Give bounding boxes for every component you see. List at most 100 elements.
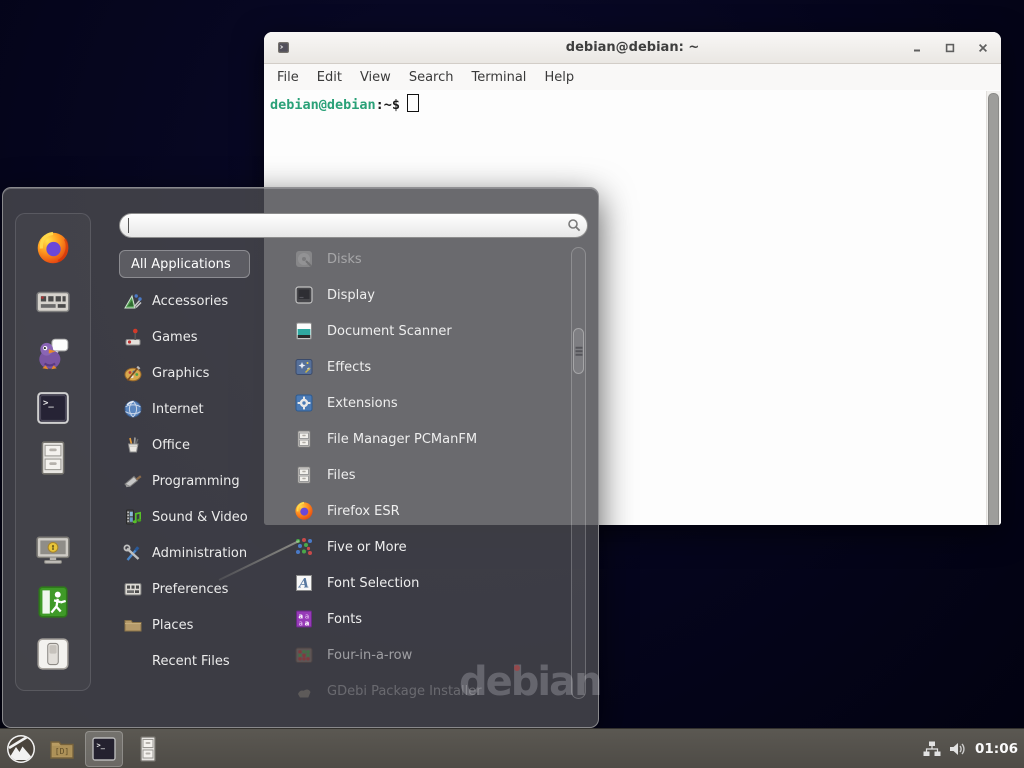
administration-icon — [123, 543, 143, 563]
app-five-or-more[interactable]: Five or More — [289, 529, 575, 565]
accessories-icon — [123, 291, 143, 311]
menu-help[interactable]: Help — [535, 70, 583, 85]
search-input[interactable] — [119, 213, 588, 238]
display-icon — [293, 284, 315, 306]
taskbar: [D] >_ 01:06 — [0, 728, 1024, 768]
prompt-suffix: :~$ — [376, 97, 400, 113]
search-caret — [128, 218, 129, 233]
terminal-menubar: File Edit View Search Terminal Help — [264, 64, 1001, 90]
svg-text:>_: >_ — [97, 742, 106, 750]
menu-scrollbar-thumb[interactable] — [573, 328, 584, 374]
app-file-manager-pcmanfm[interactable]: File Manager PCManFM — [289, 421, 575, 457]
five-or-more-icon — [293, 536, 315, 558]
favorites-panel: >_ — [15, 213, 91, 691]
category-places[interactable]: Places — [119, 607, 273, 643]
category-accessories[interactable]: Accessories — [119, 283, 273, 319]
places-icon — [123, 615, 143, 635]
menu-search[interactable]: Search — [400, 70, 463, 85]
volume-icon[interactable] — [949, 741, 967, 757]
programming-icon — [123, 471, 143, 491]
app-fonts[interactable]: aaaa Fonts — [289, 601, 575, 637]
app-firefox-esr[interactable]: Firefox ESR — [289, 493, 575, 529]
clock[interactable]: 01:06 — [975, 741, 1018, 757]
favorite-terminal[interactable]: >_ — [34, 389, 72, 427]
close-button[interactable] — [977, 42, 989, 54]
favorite-pidgin[interactable] — [34, 335, 72, 373]
application-menu: debian >_ — [2, 187, 599, 728]
app-document-scanner[interactable]: Document Scanner — [289, 313, 575, 349]
app-extensions[interactable]: Extensions — [289, 385, 575, 421]
sound-video-icon — [123, 507, 143, 527]
app-font-selection[interactable]: A Font Selection — [289, 565, 575, 601]
extensions-icon — [293, 392, 315, 414]
svg-text:a: a — [299, 620, 303, 628]
font-selection-icon: A — [293, 572, 315, 594]
network-icon[interactable] — [923, 741, 941, 757]
favorite-logout[interactable] — [34, 583, 72, 621]
menu-file[interactable]: File — [268, 70, 308, 85]
favorite-shutdown[interactable] — [34, 635, 72, 673]
maximize-button[interactable] — [944, 42, 956, 54]
window-title: debian@debian: ~ — [566, 40, 699, 55]
office-icon — [123, 435, 143, 455]
minimize-button[interactable] — [911, 42, 923, 54]
gdebi-icon — [293, 680, 315, 702]
search-icon — [567, 218, 581, 232]
category-preferences[interactable]: Preferences — [119, 571, 273, 607]
internet-icon — [123, 399, 143, 419]
menu-button[interactable] — [6, 734, 36, 764]
svg-text:[D]: [D] — [55, 747, 69, 756]
category-internet[interactable]: Internet — [119, 391, 273, 427]
category-recent-files[interactable]: Recent Files — [119, 643, 273, 679]
file-cabinet-icon — [293, 428, 315, 450]
preferences-icon — [123, 579, 143, 599]
category-graphics[interactable]: Graphics — [119, 355, 273, 391]
games-icon — [123, 327, 143, 347]
document-scanner-icon — [293, 320, 315, 342]
app-gdebi-package-installer[interactable]: GDebi Package Installer — [289, 673, 575, 709]
menu-edit[interactable]: Edit — [308, 70, 351, 85]
category-office[interactable]: Office — [119, 427, 273, 463]
category-games[interactable]: Games — [119, 319, 273, 355]
file-cabinet-icon — [293, 464, 315, 486]
category-programming[interactable]: Programming — [119, 463, 273, 499]
firefox-icon — [293, 500, 315, 522]
terminal-window-icon — [277, 41, 290, 54]
system-tray: 01:06 — [923, 729, 1018, 768]
fonts-icon: aaaa — [293, 608, 315, 630]
terminal-scrollbar-thumb[interactable] — [988, 93, 999, 525]
category-sound-video[interactable]: Sound & Video — [119, 499, 273, 535]
svg-text:A: A — [297, 577, 309, 592]
window-controls — [911, 32, 989, 63]
terminal-titlebar[interactable]: debian@debian: ~ — [264, 32, 1001, 64]
category-administration[interactable]: Administration — [119, 535, 273, 571]
app-display[interactable]: Display — [289, 277, 575, 313]
category-all-applications[interactable]: All Applications — [119, 250, 250, 278]
terminal-icon: >_ — [91, 736, 117, 762]
favorite-keyboard-icon[interactable] — [34, 283, 72, 321]
four-in-a-row-icon — [293, 644, 315, 666]
menu-terminal[interactable]: Terminal — [462, 70, 535, 85]
files-launcher[interactable] — [134, 735, 162, 763]
app-files[interactable]: Files — [289, 457, 575, 493]
terminal-cursor — [407, 94, 419, 112]
pcmanfm-launcher[interactable]: [D] — [48, 735, 76, 763]
effects-icon — [293, 356, 315, 378]
favorite-screensaver[interactable] — [34, 531, 72, 569]
terminal-taskbar-button[interactable]: >_ — [85, 731, 123, 767]
menu-scrollbar[interactable] — [571, 247, 586, 699]
svg-text:>_: >_ — [43, 398, 54, 408]
favorite-firefox[interactable] — [34, 229, 72, 267]
desktop: debian@debian: ~ File Edit View Search T… — [0, 0, 1024, 768]
terminal-scrollbar[interactable] — [986, 91, 1000, 525]
app-effects[interactable]: Effects — [289, 349, 575, 385]
disks-icon — [293, 248, 315, 270]
app-four-in-a-row[interactable]: Four-in-a-row — [289, 637, 575, 673]
app-disks[interactable]: Disks — [289, 241, 575, 277]
graphics-icon — [123, 363, 143, 383]
prompt-user-host: debian@debian — [270, 97, 376, 113]
favorite-file-manager[interactable] — [34, 439, 72, 477]
scrollbar-grip — [575, 350, 582, 352]
menu-view[interactable]: View — [351, 70, 400, 85]
svg-text:a: a — [305, 620, 310, 628]
